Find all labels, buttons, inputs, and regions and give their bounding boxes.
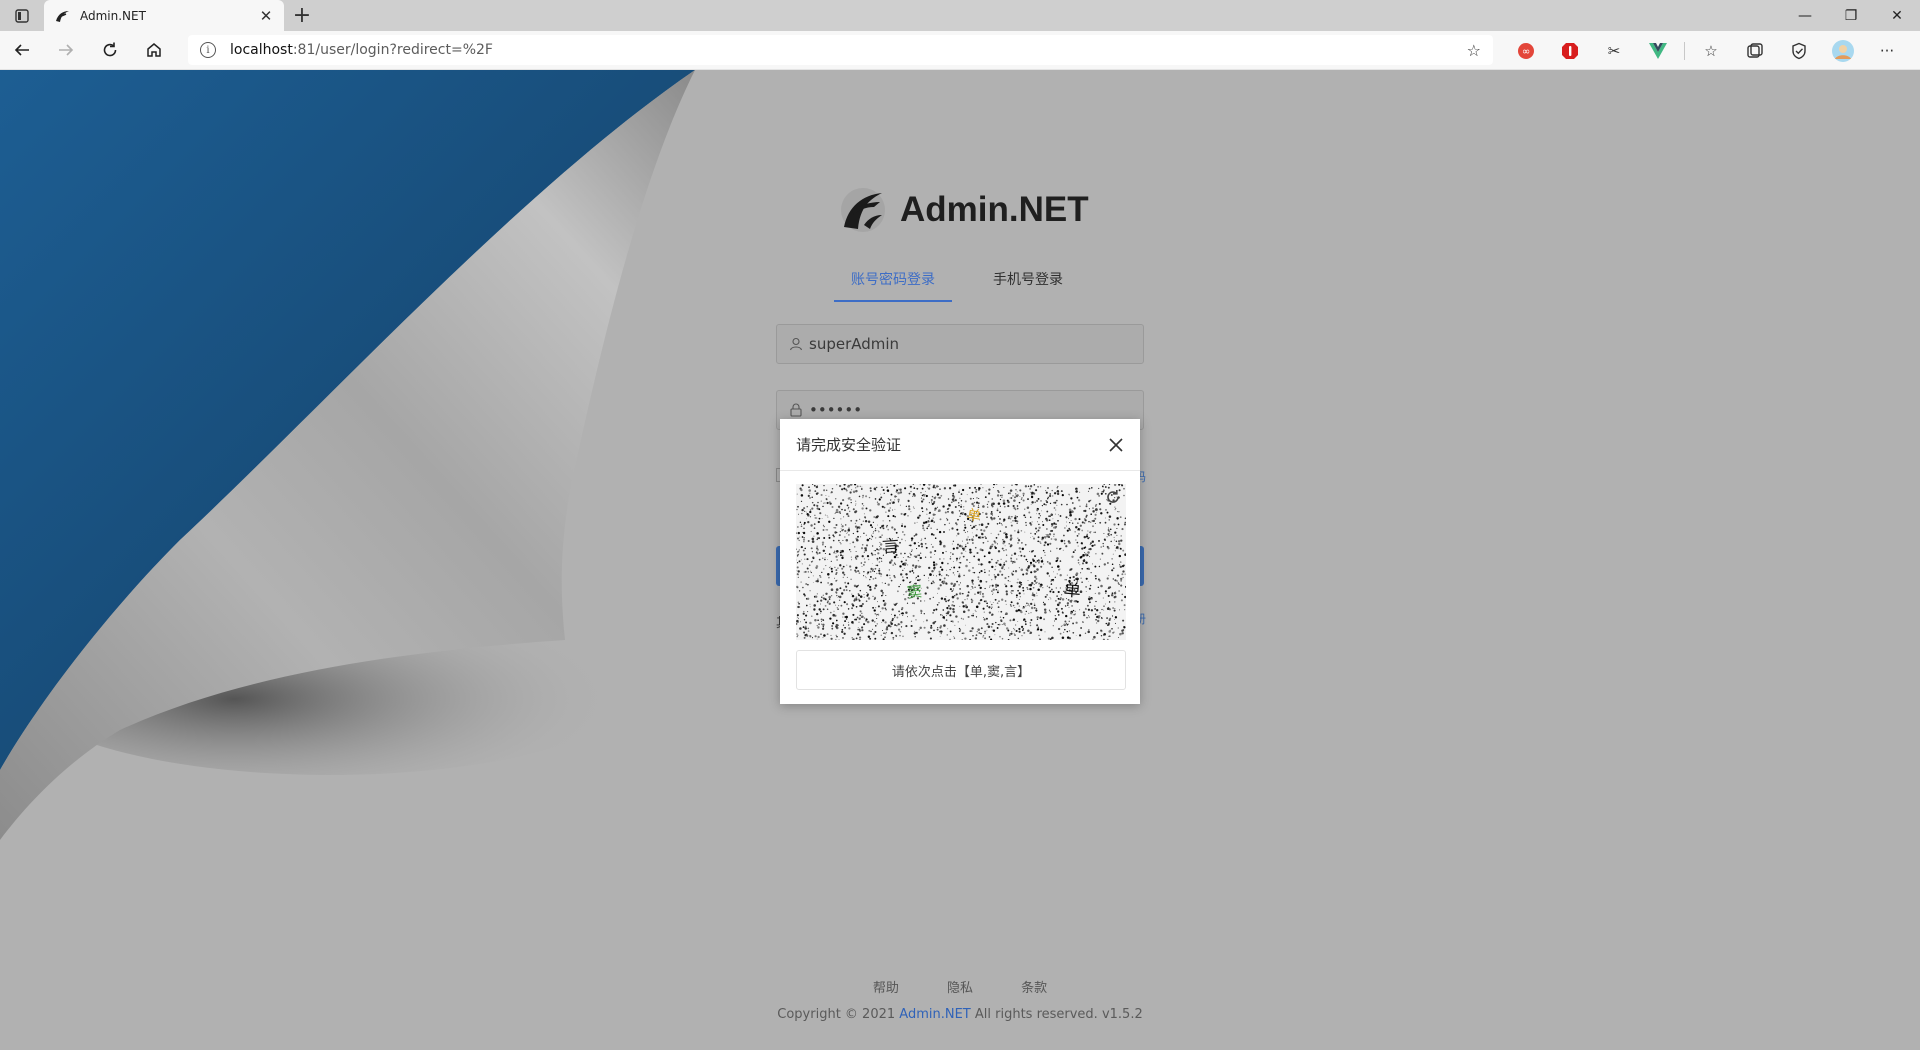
close-window-button[interactable]: ✕	[1874, 0, 1920, 31]
captcha-modal: 请完成安全验证 言 单 窦 单 请依次点击【单,窦,言】	[780, 419, 1140, 704]
tab-phone-login[interactable]: 手机号登录	[980, 270, 1076, 302]
url-path: :81/user/login?redirect=%2F	[292, 42, 493, 58]
login-page: Admin.NET 账号密码登录 手机号登录 superAdmin ••••••…	[0, 70, 1920, 1050]
user-icon	[789, 337, 803, 351]
collections-icon[interactable]	[1733, 31, 1777, 70]
toolbar-separator	[1684, 41, 1685, 60]
vue-devtools-icon[interactable]	[1636, 31, 1680, 70]
copyright: Copyright © 2021 Admin.NET All rights re…	[0, 1007, 1920, 1022]
forward-arrow-icon	[59, 44, 74, 56]
username-input[interactable]: superAdmin	[776, 324, 1144, 364]
copyright-prefix: Copyright © 2021	[777, 1007, 900, 1022]
captcha-modal-header: 请完成安全验证	[780, 419, 1140, 471]
captcha-prompt: 请依次点击【单,窦,言】	[796, 650, 1126, 690]
address-bar[interactable]: i localhost:81/user/login?redirect=%2F ☆	[188, 35, 1493, 65]
home-button[interactable]	[132, 31, 176, 70]
admin-net-logo	[841, 188, 885, 232]
brand-name: Admin.NET	[900, 190, 1089, 229]
copyright-suffix: All rights reserved. v1.5.2	[970, 1007, 1143, 1022]
profile-avatar[interactable]	[1821, 31, 1865, 70]
tab-title: Admin.NET	[80, 8, 146, 23]
captcha-char[interactable]: 单	[1063, 575, 1082, 601]
minimize-button[interactable]: —	[1782, 0, 1828, 31]
captcha-modal-title: 请完成安全验证	[796, 436, 902, 454]
captcha-refresh-icon[interactable]	[1104, 488, 1122, 506]
browser-tab[interactable]: Admin.NET ✕	[44, 0, 284, 31]
tab-actions-icon	[15, 8, 29, 23]
site-info-icon[interactable]: i	[200, 42, 216, 58]
captcha-noise	[796, 484, 1126, 640]
username-value: superAdmin	[809, 335, 900, 353]
browser-nav-bar: i localhost:81/user/login?redirect=%2F ☆…	[0, 31, 1920, 70]
restore-button[interactable]: ❐	[1828, 0, 1874, 31]
url-host: localhost	[230, 42, 293, 58]
login-tabs: 账号密码登录 手机号登录	[834, 270, 1094, 310]
refresh-icon	[103, 42, 117, 57]
tab-close-icon[interactable]: ✕	[258, 7, 274, 25]
close-icon[interactable]	[1108, 437, 1124, 453]
copyright-brand-link[interactable]: Admin.NET	[899, 1007, 970, 1022]
captcha-char[interactable]: 言	[881, 531, 899, 557]
brand-header: Admin.NET	[838, 180, 1089, 240]
scissors-extension-icon[interactable]: ✂	[1592, 31, 1636, 70]
add-favorite-icon[interactable]: ☆	[1467, 41, 1481, 60]
more-icon[interactable]: ···	[1865, 31, 1909, 70]
password-value: ••••••	[809, 401, 863, 419]
home-icon	[147, 43, 161, 57]
footer-link-privacy[interactable]: 隐私	[947, 981, 973, 996]
lock-icon	[789, 403, 803, 417]
tab-account-login[interactable]: 账号密码登录	[834, 270, 952, 302]
captcha-char[interactable]: 窦	[906, 580, 923, 602]
shield-icon[interactable]	[1777, 31, 1821, 70]
refresh-button[interactable]	[88, 31, 132, 70]
new-tab-button[interactable]: +	[284, 0, 320, 31]
footer-link-help[interactable]: 帮助	[873, 981, 899, 996]
forward-button[interactable]	[44, 31, 88, 70]
extensions-toolbar: ∞ ✂ ☆ ···	[1504, 31, 1909, 70]
back-button[interactable]	[0, 31, 44, 70]
window-controls: — ❐ ✕	[1782, 0, 1920, 31]
favorites-icon[interactable]: ☆	[1689, 31, 1733, 70]
adblock-extension-icon[interactable]	[1548, 31, 1592, 70]
tab-actions-button[interactable]	[0, 0, 44, 31]
admin-net-favicon	[54, 8, 70, 24]
browser-tab-bar: Admin.NET ✕ + — ❐ ✕	[0, 0, 1920, 31]
back-arrow-icon	[14, 44, 29, 56]
footer-link-terms[interactable]: 条款	[1021, 981, 1047, 996]
svg-text:∞: ∞	[1522, 46, 1530, 57]
infinity-extension-icon[interactable]: ∞	[1504, 31, 1548, 70]
captcha-image[interactable]: 言 单 窦 单	[796, 484, 1126, 640]
footer-links: 帮助 隐私 条款	[0, 977, 1920, 996]
